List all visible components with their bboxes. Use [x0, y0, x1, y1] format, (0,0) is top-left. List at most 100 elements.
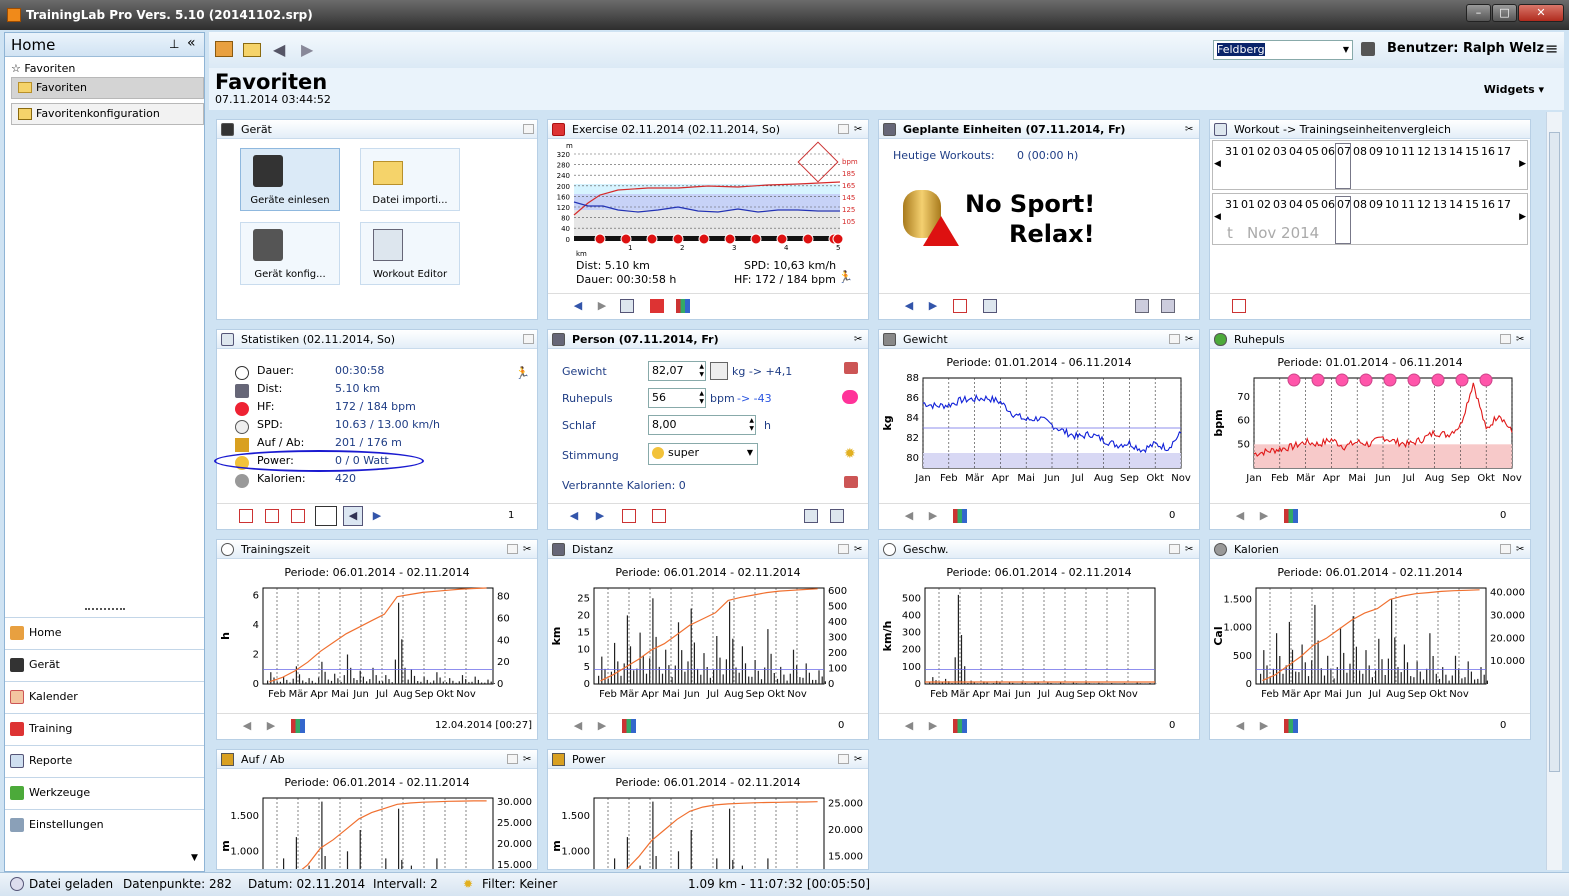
open-folder-icon[interactable]: [243, 43, 261, 57]
day-label[interactable]: 10: [1385, 145, 1399, 158]
workout-timeline-2[interactable]: 31 01 02 03 04 05 06 07 08 09 10 11 12 13 14 15 16 17 t N…: [1212, 193, 1528, 245]
day-label[interactable]: 13: [1433, 145, 1447, 158]
calendar-day-icon[interactable]: [239, 509, 253, 523]
bar-chart-icon[interactable]: [953, 719, 967, 733]
bar-chart-icon[interactable]: [676, 299, 690, 313]
prev-icon[interactable]: ◀: [1234, 720, 1246, 732]
settings-icon[interactable]: ✂: [854, 330, 862, 348]
scroll-right-icon[interactable]: ▶: [1519, 212, 1526, 222]
spinner-icon[interactable]: ▲ ▼: [699, 363, 704, 379]
filter-icon[interactable]: ✹: [463, 877, 473, 891]
building-icon[interactable]: [1361, 42, 1375, 56]
calendar-icon[interactable]: [1232, 299, 1246, 313]
day-label[interactable]: 14: [1449, 145, 1463, 158]
edit-icon[interactable]: [844, 362, 858, 374]
minimize-button[interactable]: –: [1466, 4, 1491, 22]
close-button[interactable]: ✕: [1518, 4, 1564, 22]
day-label[interactable]: 15: [1465, 145, 1479, 158]
heart-icon[interactable]: [842, 390, 858, 404]
tile-geraete-einlesen[interactable]: Geräte einlesen: [240, 148, 340, 211]
next-icon[interactable]: ▶: [1258, 510, 1270, 522]
calendar-month-icon[interactable]: [291, 509, 305, 523]
list-icon[interactable]: [804, 509, 818, 523]
nav-einstellungen[interactable]: Einstellungen: [5, 809, 204, 840]
calendar-icon[interactable]: [953, 299, 967, 313]
day-label[interactable]: 14: [1449, 198, 1463, 211]
tile-workout-editor[interactable]: Workout Editor: [360, 222, 460, 285]
bar-chart-icon[interactable]: [953, 509, 967, 523]
ruhepuls-input[interactable]: 56 ▲ ▼: [648, 388, 706, 408]
settings-icon[interactable]: ✂: [854, 750, 862, 768]
next-icon[interactable]: ▶: [594, 510, 606, 522]
spinner-icon[interactable]: ▲ ▼: [749, 417, 754, 433]
nav-home[interactable]: Home: [5, 617, 204, 648]
nav-more-icon[interactable]: ▼: [191, 853, 198, 863]
tree-item-favoriten[interactable]: Favoriten: [11, 77, 204, 99]
panel-maximize-icon[interactable]: [1169, 544, 1180, 554]
day-label[interactable]: 16: [1481, 145, 1495, 158]
prev-button[interactable]: ◀: [343, 506, 363, 526]
day-label[interactable]: 31: [1225, 198, 1239, 211]
settings-icon[interactable]: ✂: [523, 540, 531, 558]
day-label[interactable]: 05: [1305, 198, 1319, 211]
next-icon[interactable]: ▶: [596, 720, 608, 732]
schlaf-input[interactable]: 8,00 ▲ ▼: [648, 415, 756, 435]
panel-maximize-icon[interactable]: [523, 124, 534, 134]
panel-maximize-icon[interactable]: [507, 754, 518, 764]
home-icon[interactable]: [215, 41, 233, 57]
list-icon[interactable]: [620, 299, 634, 313]
day-label[interactable]: 08: [1353, 145, 1367, 158]
list-icon[interactable]: [983, 299, 997, 313]
day-label[interactable]: 02: [1257, 145, 1271, 158]
settings-icon[interactable]: ✂: [1185, 540, 1193, 558]
bar-chart-icon[interactable]: [622, 719, 636, 733]
nav-reporte[interactable]: Reporte: [5, 745, 204, 776]
next-icon[interactable]: ▶: [265, 720, 277, 732]
day-label[interactable]: 03: [1273, 145, 1287, 158]
scroll-right-icon[interactable]: ▶: [1519, 159, 1526, 169]
panel-maximize-icon[interactable]: [838, 754, 849, 764]
prev-icon[interactable]: ◀: [903, 300, 915, 312]
day-label[interactable]: 05: [1305, 145, 1319, 158]
nav-werkzeuge[interactable]: Werkzeuge: [5, 777, 204, 808]
chart-icon[interactable]: [1135, 299, 1149, 313]
day-label[interactable]: 31: [1225, 145, 1239, 158]
day-label[interactable]: 02: [1257, 198, 1271, 211]
day-label[interactable]: 04: [1289, 198, 1303, 211]
tree-root-favoriten[interactable]: ☆ Favoriten: [11, 62, 75, 75]
calculator-icon[interactable]: [710, 362, 728, 380]
scroll-left-icon[interactable]: ◀: [1214, 159, 1221, 169]
day-label[interactable]: 03: [1273, 198, 1287, 211]
main-scrollbar[interactable]: [1546, 112, 1562, 870]
day-label[interactable]: 17: [1497, 145, 1511, 158]
panel-maximize-icon[interactable]: [523, 334, 534, 344]
panel-maximize-icon[interactable]: [1500, 334, 1511, 344]
bar-chart-icon[interactable]: [291, 719, 305, 733]
scrollbar-thumb[interactable]: [1549, 132, 1560, 772]
calendar-week-icon[interactable]: [265, 509, 279, 523]
forward-icon[interactable]: ▶: [301, 40, 313, 59]
day-label[interactable]: 08: [1353, 198, 1367, 211]
collapse-icon[interactable]: «: [187, 35, 196, 51]
nav-training[interactable]: Training: [5, 713, 204, 744]
gewicht-input[interactable]: 82,07 ▲ ▼: [648, 361, 706, 381]
day-label[interactable]: 17: [1497, 198, 1511, 211]
widgets-menu[interactable]: Widgets ▾: [1484, 83, 1544, 96]
back-icon[interactable]: ◀: [273, 40, 285, 59]
bar-chart-icon[interactable]: [1284, 719, 1298, 733]
prev-icon[interactable]: ◀: [572, 300, 584, 312]
day-label[interactable]: 06: [1321, 198, 1335, 211]
panel-maximize-icon[interactable]: [838, 544, 849, 554]
day-label[interactable]: 01: [1241, 198, 1255, 211]
day-label[interactable]: 11: [1401, 198, 1415, 211]
day-label[interactable]: 06: [1321, 145, 1335, 158]
panel-maximize-icon[interactable]: [1500, 544, 1511, 554]
calendar-week-icon[interactable]: [652, 509, 666, 523]
panel-maximize-icon[interactable]: [838, 124, 849, 134]
settings-icon[interactable]: ✂: [1516, 540, 1524, 558]
calendar-icon[interactable]: [622, 509, 636, 523]
tile-datei-importieren[interactable]: Datei importi...: [360, 148, 460, 211]
settings-icon[interactable]: ✂: [854, 120, 862, 138]
prev-icon[interactable]: ◀: [241, 720, 253, 732]
edit-list-icon[interactable]: [830, 509, 844, 523]
